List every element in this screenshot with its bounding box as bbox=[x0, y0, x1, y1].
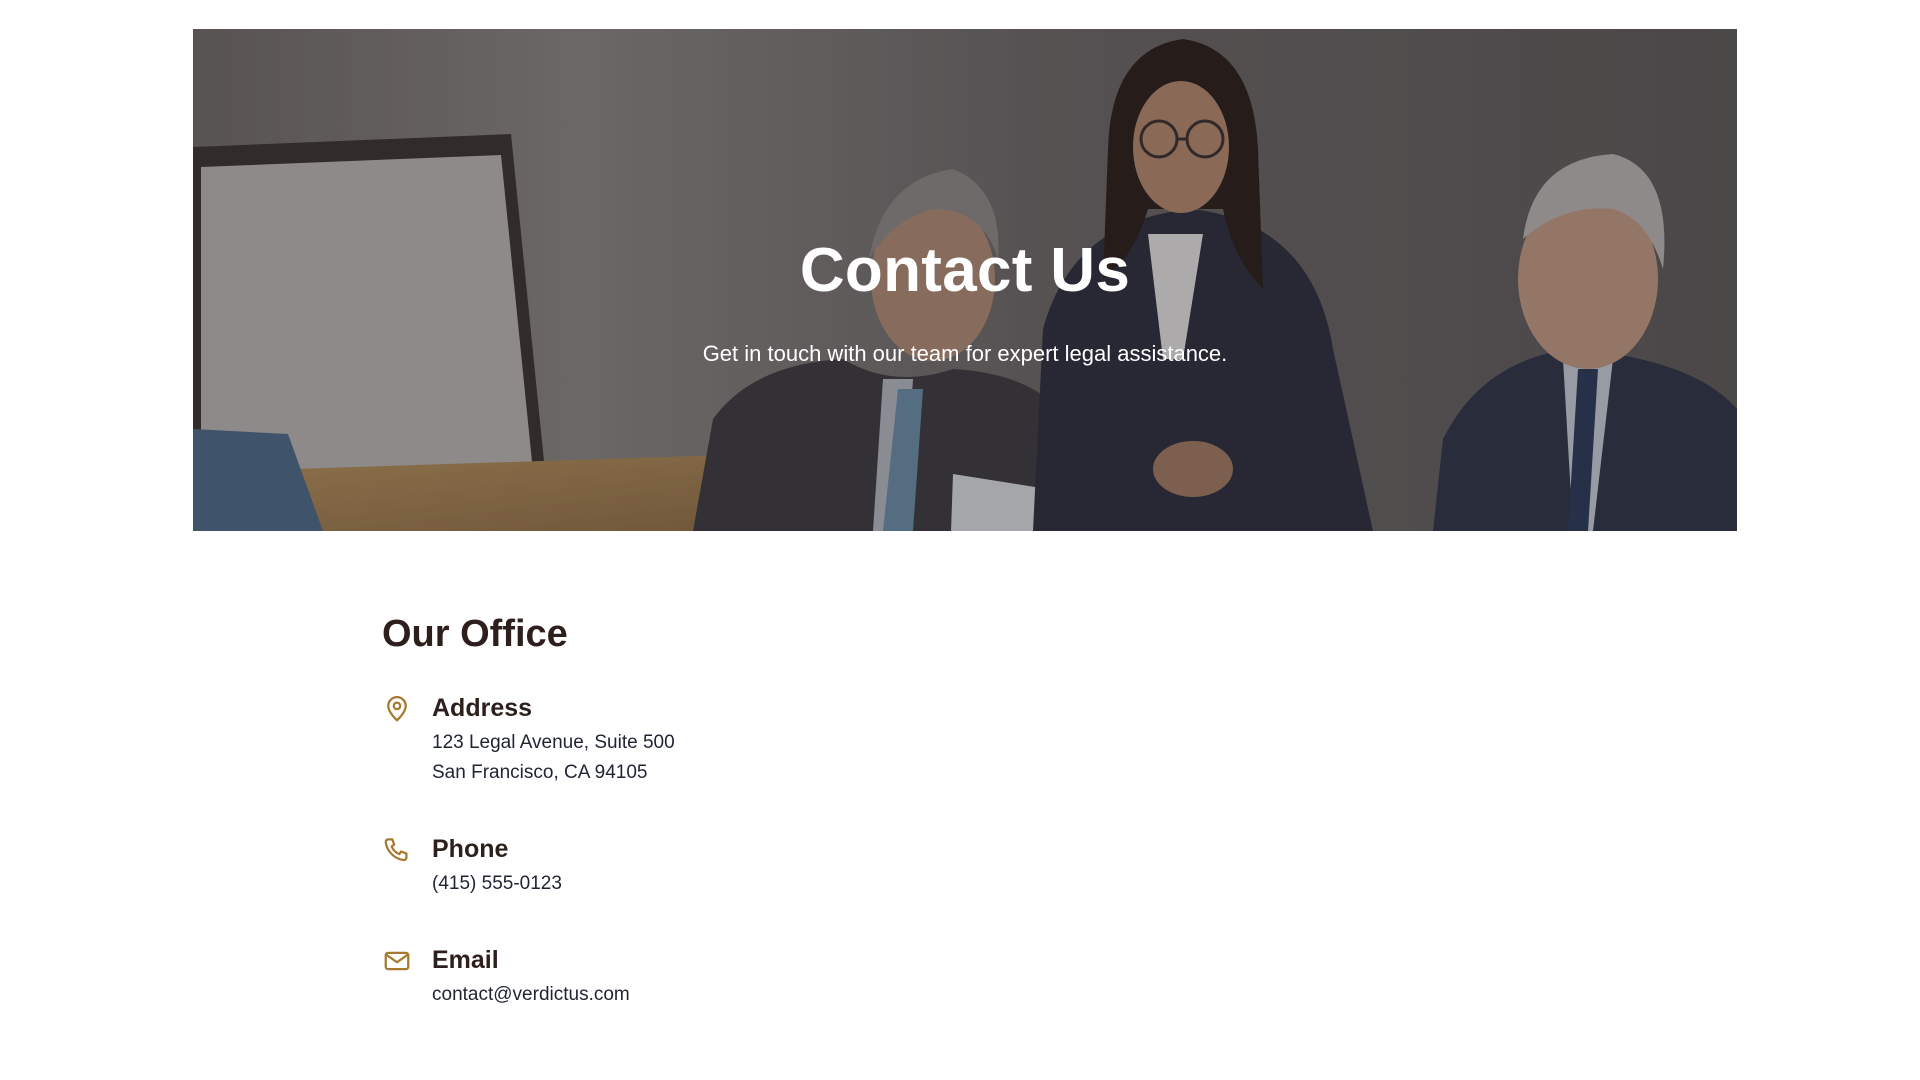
phone-lines: (415) 555-0123 bbox=[432, 869, 982, 899]
hero-banner: Contact Us Get in touch with our team fo… bbox=[193, 29, 1737, 531]
email-address[interactable]: contact@verdictus.com bbox=[432, 980, 982, 1010]
office-section: Our Office Address 123 Legal Avenue, Sui… bbox=[382, 610, 1082, 1005]
email-body: Email contact@verdictus.com bbox=[432, 944, 982, 1010]
address-line-2: San Francisco, CA 94105 bbox=[432, 762, 648, 783]
phone-title: Phone bbox=[432, 835, 509, 863]
map-pin-icon bbox=[387, 696, 407, 722]
phone-number[interactable]: (415) 555-0123 bbox=[432, 869, 982, 899]
address-body: Address 123 Legal Avenue, Suite 500 San … bbox=[432, 692, 982, 788]
office-heading: Our Office bbox=[382, 613, 568, 655]
email-title: Email bbox=[432, 946, 499, 974]
address-title: Address bbox=[432, 694, 533, 722]
hero-subtitle: Get in touch with our team for expert le… bbox=[702, 341, 1228, 366]
phone-icon bbox=[384, 838, 408, 862]
page-title: Contact Us bbox=[799, 236, 1131, 305]
contact-page: Contact Us Get in touch with our team fo… bbox=[0, 0, 1920, 1080]
address-line-1: 123 Legal Avenue, Suite 500 bbox=[432, 732, 675, 753]
address-lines: 123 Legal Avenue, Suite 500 San Francisc… bbox=[432, 728, 982, 788]
mail-icon bbox=[384, 951, 410, 971]
phone-body: Phone (415) 555-0123 bbox=[432, 833, 982, 899]
email-lines: contact@verdictus.com bbox=[432, 980, 982, 1010]
